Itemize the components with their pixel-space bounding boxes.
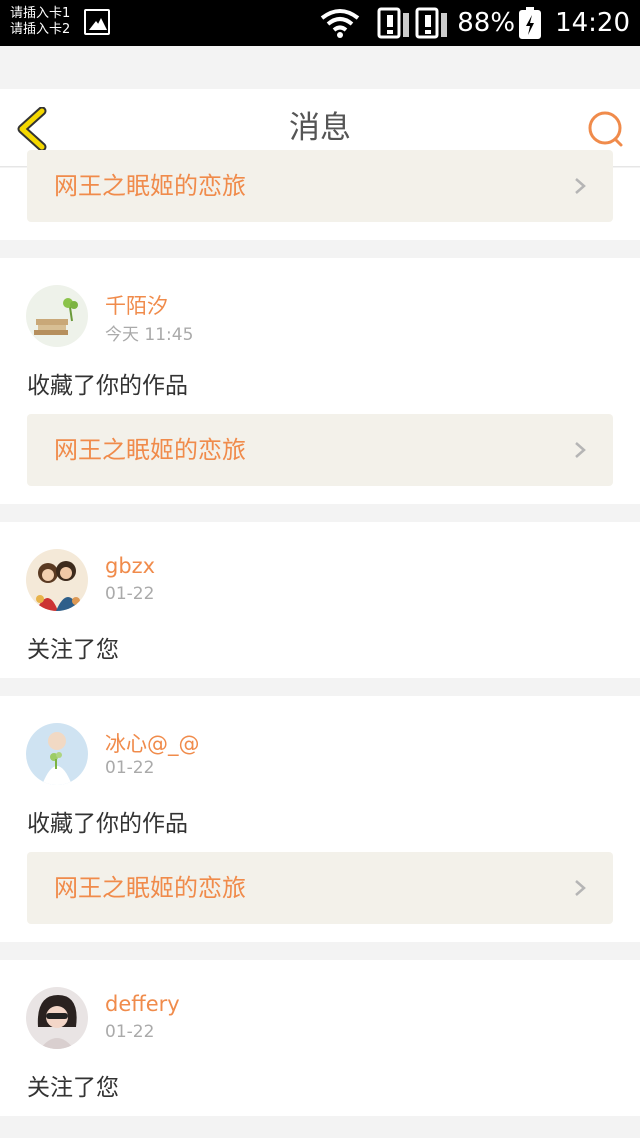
status-icons: 88% 14:20 (319, 6, 630, 40)
work-link[interactable]: 网王之眠姬的恋旅 (27, 414, 613, 486)
search-button[interactable] (586, 109, 626, 149)
search-icon (588, 111, 623, 147)
work-title: 网王之眠姬的恋旅 (54, 436, 246, 464)
work-link[interactable]: 网王之眠姬的恋旅 (27, 150, 613, 222)
action-text: 关注了您 (27, 637, 119, 663)
work-link[interactable]: 网王之眠姬的恋旅 (27, 852, 613, 924)
message-card: 网王之眠姬的恋旅 (0, 150, 640, 240)
battery-percent: 88% (457, 8, 516, 38)
sim1-status: 请插入卡1 (10, 6, 71, 21)
message-card: 冰心@_@ 01-22 收藏了你的作品 网王之眠姬的恋旅 (0, 696, 640, 942)
clock: 14:20 (555, 8, 630, 38)
image-icon (84, 9, 110, 35)
timestamp: 01-22 (105, 758, 155, 778)
timestamp: 01-22 (105, 584, 155, 604)
sim1-no-signal-icon (377, 7, 410, 39)
message-card: deffery 01-22 关注了您 (0, 960, 640, 1116)
timestamp: 今天 11:45 (105, 325, 194, 345)
sim2-status: 请插入卡2 (10, 22, 71, 37)
work-title: 网王之眠姬的恋旅 (54, 172, 246, 200)
message-card: gbzx 01-22 关注了您 (0, 522, 640, 678)
avatar[interactable] (26, 549, 88, 611)
status-bar: 请插入卡1 请插入卡2 88% 14:20 (0, 0, 640, 46)
message-card: 千陌汐 今天 11:45 收藏了你的作品 网王之眠姬的恋旅 (0, 258, 640, 504)
timestamp: 01-22 (105, 1022, 155, 1042)
chevron-right-icon (575, 442, 586, 458)
sim2-no-signal-icon (415, 7, 448, 39)
username[interactable]: deffery (105, 992, 180, 1016)
top-spacer (0, 46, 640, 89)
username[interactable]: 冰心@_@ (105, 728, 200, 758)
action-text: 关注了您 (27, 1075, 119, 1101)
battery-icon (519, 7, 542, 39)
action-text: 收藏了你的作品 (27, 373, 188, 399)
action-text: 收藏了你的作品 (27, 811, 188, 837)
avatar[interactable] (26, 723, 88, 785)
avatar[interactable] (26, 285, 88, 347)
avatar[interactable] (26, 987, 88, 1049)
sim-status: 请插入卡1 请插入卡2 (10, 6, 70, 38)
chevron-right-icon (575, 880, 586, 896)
work-title: 网王之眠姬的恋旅 (54, 874, 246, 902)
chevron-right-icon (575, 178, 586, 194)
username[interactable]: 千陌汐 (105, 290, 168, 320)
wifi-icon (321, 9, 360, 38)
username[interactable]: gbzx (105, 554, 155, 578)
